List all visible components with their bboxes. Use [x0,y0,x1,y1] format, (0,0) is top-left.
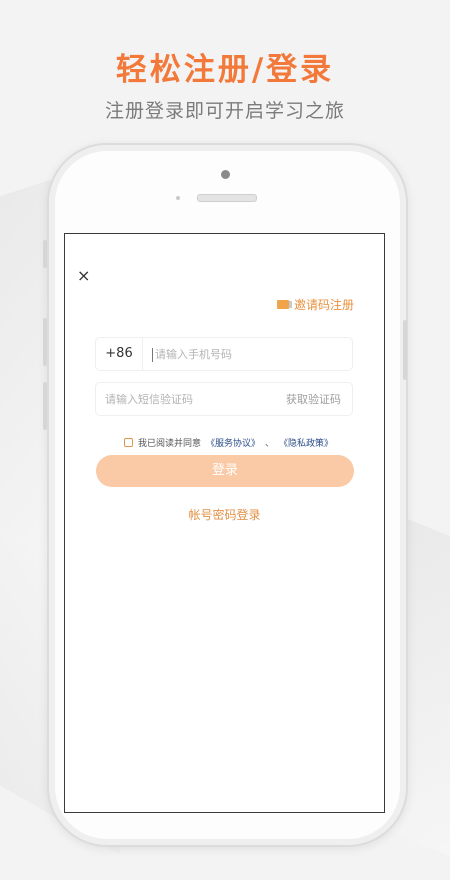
phone-input-field[interactable]: +86 请输入手机号码 [95,337,353,371]
text-caret [152,348,153,362]
agreement-row: 我已阅读并同意 《服务协议》、《隐私政策》 [124,436,333,449]
agreement-prefix: 我已阅读并同意 [138,439,202,449]
promo-headline: 轻松注册/登录 [115,52,335,88]
agreement-checkbox[interactable] [124,438,133,447]
country-code-selector[interactable]: +86 [96,338,143,370]
phone-side-button [43,240,47,268]
phone-placeholder: 请输入手机号码 [155,348,232,361]
service-agreement-link[interactable]: 《服务协议》 [206,436,260,449]
phone-side-button [43,382,47,430]
get-code-button[interactable]: 获取验证码 [286,391,352,407]
sms-code-field[interactable]: 请输入短信验证码 获取验证码 [95,382,353,416]
sms-code-placeholder: 请输入短信验证码 [105,393,193,406]
invite-code-register-link[interactable]: 邀请码注册 [276,296,354,313]
close-icon[interactable]: × [77,268,90,284]
phone-camera [221,170,230,179]
phone-input[interactable]: 请输入手机号码 [143,346,352,362]
phone-speaker [197,194,257,202]
agreement-separator: 、 [265,439,275,449]
login-button[interactable]: 登录 [96,455,354,487]
privacy-policy-link[interactable]: 《隐私政策》 [279,436,333,449]
phone-sensor [176,196,180,200]
login-screen: × 邀请码注册 +86 请输入手机号码 请输入短信验证码 获取验证码 我已阅读并… [64,233,385,813]
phone-side-button [403,320,407,380]
invite-code-label: 邀请码注册 [293,298,354,312]
ticket-icon [276,300,292,309]
password-login-link[interactable]: 帐号密码登录 [65,506,384,523]
phone-side-button [43,318,47,366]
sms-code-input[interactable]: 请输入短信验证码 [96,391,286,407]
promo-subline: 注册登录即可开启学习之旅 [104,100,345,122]
